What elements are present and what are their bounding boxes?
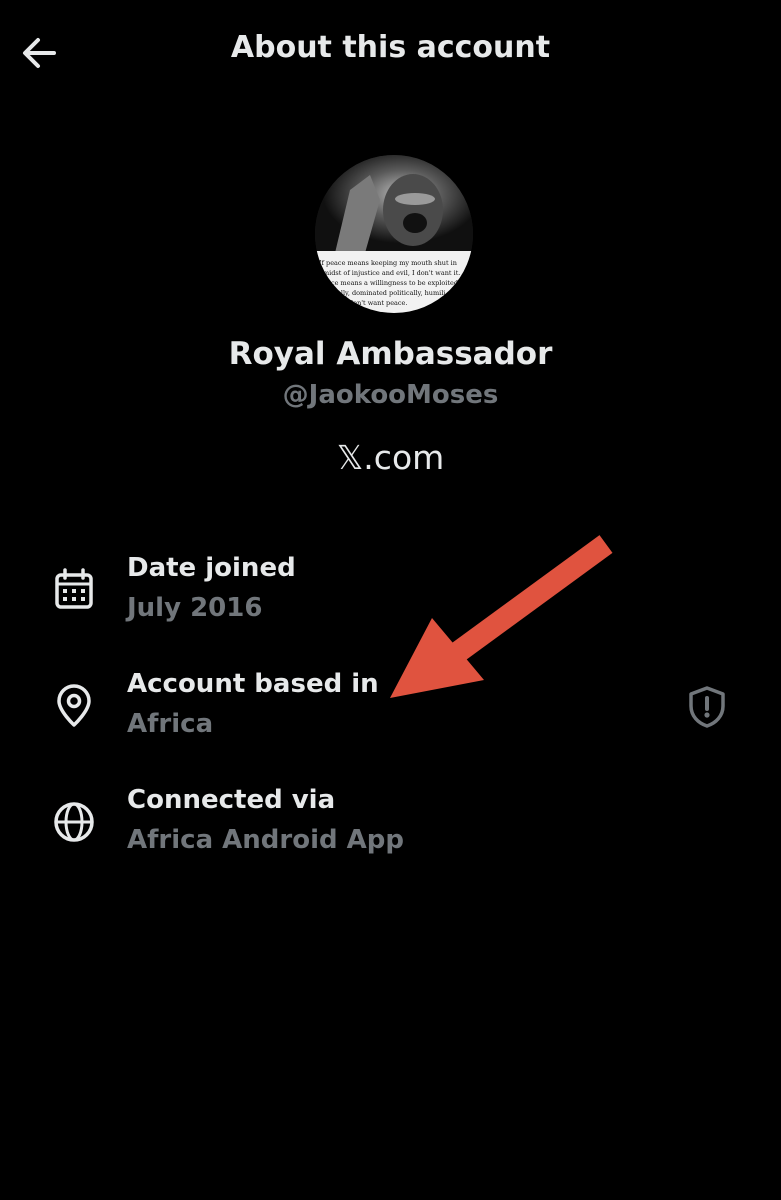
site-name: 𝕏.com [336,438,445,477]
avatar: If peace means keeping my mouth shut in … [315,155,473,313]
display-name: Royal Ambassador [228,336,553,372]
account-based-in-value: Africa [127,709,214,739]
account-based-in-label: Account based in [127,669,379,699]
svg-text:ce means a willingness to be e: ce means a willingness to be exploited [331,279,458,287]
date-joined-label: Date joined [127,553,296,583]
connected-via-row: Connected via Africa Android App [0,785,781,885]
page-title: About this account [230,30,551,65]
shield-alert-button[interactable] [684,684,730,730]
globe-icon [54,802,94,842]
svg-text:midst of injustice and evil, I: midst of injustice and evil, I don't wan… [323,269,460,277]
user-handle: @JaokooMoses [282,380,499,410]
svg-text:don't want peace.: don't want peace. [349,299,407,307]
svg-text:ally, dominated politically, h: ally, dominated politically, humili [337,289,445,297]
location-pin-icon [57,684,91,727]
shield-alert-icon [689,686,725,728]
annotation-arrow-icon [390,535,613,698]
connected-via-value: Africa Android App [127,825,405,855]
connected-via-label: Connected via [127,785,336,815]
date-joined-value: July 2016 [127,593,263,623]
svg-text:If peace means keeping my mout: If peace means keeping my mouth shut in [319,259,457,267]
calendar-icon [55,568,93,609]
top-bar: About this account [0,0,781,110]
